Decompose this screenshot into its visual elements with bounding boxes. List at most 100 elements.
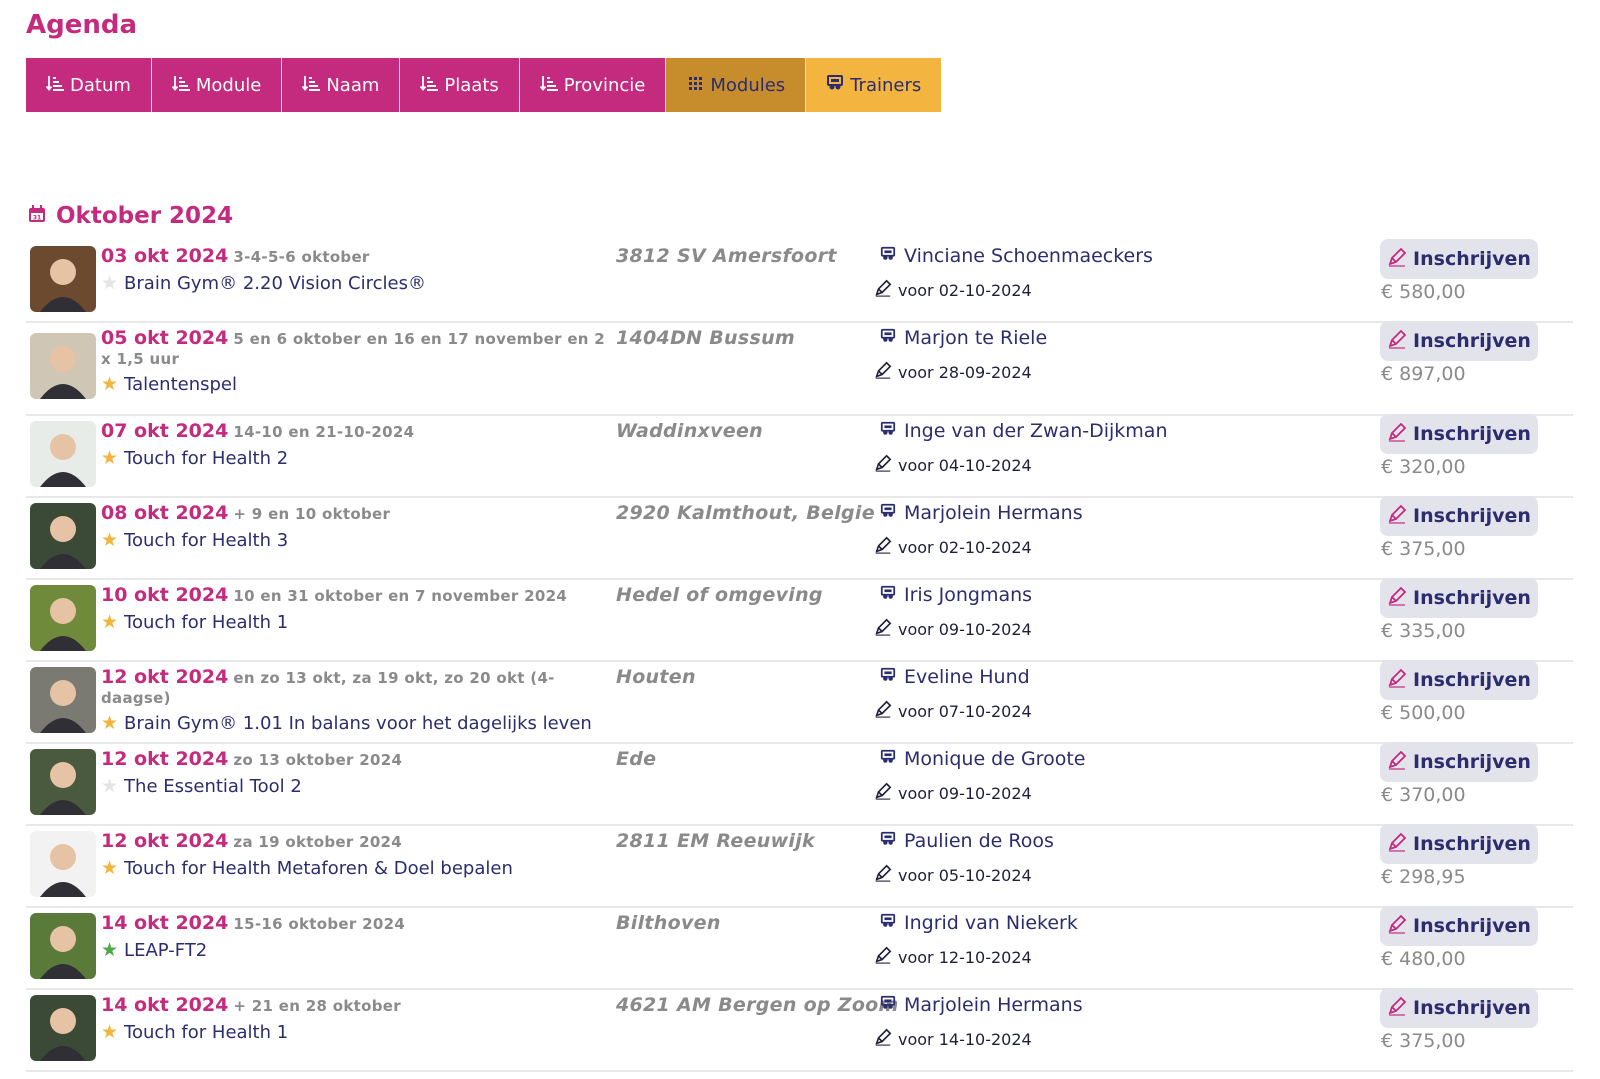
- tab-modules[interactable]: Modules: [666, 58, 807, 112]
- event-module[interactable]: Touch for Health 1: [124, 1022, 288, 1043]
- event-deadline: voor 07-10-2024: [874, 700, 1032, 722]
- event-date[interactable]: 08 okt 2024: [101, 502, 228, 524]
- event-trainer[interactable]: Paulien de Roos: [880, 830, 1054, 852]
- event-date-block: 14 okt 2024 + 21 en 28 oktober ★ Touch f…: [101, 994, 611, 1043]
- sort-tabs: Datum Module Naam Plaats Provincie Modul…: [26, 58, 942, 112]
- inschrijven-button[interactable]: Inschrijven: [1380, 660, 1538, 700]
- event-date-block: 12 okt 2024 zo 13 oktober 2024 ★ The Ess…: [101, 748, 611, 797]
- tab-label: Provincie: [563, 74, 646, 96]
- event-price: € 320,00: [1381, 456, 1466, 478]
- event-place: Ede: [616, 748, 657, 770]
- event-date[interactable]: 03 okt 2024: [101, 245, 228, 267]
- event-date[interactable]: 14 okt 2024: [101, 994, 228, 1016]
- event-row: 12 okt 2024 za 19 oktober 2024 ★ Touch f…: [26, 824, 1573, 908]
- event-date-block: 07 okt 2024 14-10 en 21-10-2024 ★ Touch …: [101, 420, 611, 469]
- tab-label: Datum: [70, 74, 131, 96]
- pencil-icon: [874, 618, 892, 640]
- event-price: € 897,00: [1381, 363, 1466, 385]
- deadline-text: voor 07-10-2024: [898, 701, 1032, 721]
- month-title: Oktober 2024: [56, 203, 234, 229]
- inschrijven-label: Inschrijven: [1413, 915, 1531, 937]
- event-module[interactable]: Touch for Health 3: [124, 530, 288, 551]
- event-trainer[interactable]: Monique de Groote: [880, 748, 1085, 770]
- event-date-extra: + 21 en 28 oktober: [233, 997, 401, 1015]
- event-row: 03 okt 2024 3-4-5-6 oktober ★ Brain Gym®…: [26, 239, 1573, 323]
- inschrijven-label: Inschrijven: [1413, 248, 1531, 270]
- trainer-name: Marjon te Riele: [904, 327, 1048, 349]
- event-module[interactable]: Touch for Health Metaforen & Doel bepale…: [124, 858, 513, 879]
- deadline-text: voor 12-10-2024: [898, 947, 1032, 967]
- event-date-extra: 15-16 oktober 2024: [233, 915, 406, 933]
- event-trainer[interactable]: Vinciane Schoenmaeckers: [880, 245, 1153, 267]
- pencil-icon: [1387, 996, 1407, 1021]
- trainer-icon: [880, 830, 896, 852]
- inschrijven-button[interactable]: Inschrijven: [1380, 578, 1538, 618]
- deadline-text: voor 09-10-2024: [898, 619, 1032, 639]
- trainer-icon: [880, 994, 896, 1016]
- event-price: € 370,00: [1381, 784, 1466, 806]
- event-place: Bilthoven: [616, 912, 721, 934]
- event-date[interactable]: 05 okt 2024: [101, 327, 228, 349]
- star-icon: ★: [101, 712, 119, 734]
- event-price: € 335,00: [1381, 620, 1466, 642]
- event-date[interactable]: 12 okt 2024: [101, 830, 228, 852]
- event-date[interactable]: 07 okt 2024: [101, 420, 228, 442]
- inschrijven-button[interactable]: Inschrijven: [1380, 742, 1538, 782]
- month-heading: 31 Oktober 2024: [28, 203, 233, 229]
- pencil-icon: [874, 864, 892, 886]
- trainer-name: Marjolein Hermans: [904, 994, 1083, 1016]
- event-module[interactable]: LEAP-FT2: [124, 940, 207, 961]
- event-date[interactable]: 12 okt 2024: [101, 748, 228, 770]
- event-trainer[interactable]: Ingrid van Niekerk: [880, 912, 1078, 934]
- tab-trainers[interactable]: Trainers: [806, 58, 942, 112]
- tab-module[interactable]: Module: [151, 58, 283, 112]
- sort-icon: [539, 74, 558, 97]
- trainer-name: Vinciane Schoenmaeckers: [904, 245, 1153, 267]
- event-trainer[interactable]: Eveline Hund: [880, 666, 1030, 688]
- event-module[interactable]: Touch for Health 1: [124, 612, 288, 633]
- event-module[interactable]: The Essential Tool 2: [124, 776, 302, 797]
- tab-provincie[interactable]: Provincie: [519, 58, 667, 112]
- event-trainer[interactable]: Marjolein Hermans: [880, 502, 1083, 524]
- tab-plaats[interactable]: Plaats: [400, 58, 520, 112]
- event-price: € 298,95: [1381, 866, 1466, 888]
- inschrijven-button[interactable]: Inschrijven: [1380, 824, 1538, 864]
- pencil-icon: [1387, 329, 1407, 354]
- event-module[interactable]: Touch for Health 2: [124, 448, 288, 469]
- event-date-extra: 10 en 31 oktober en 7 november 2024: [233, 587, 568, 605]
- trainer-avatar: [30, 421, 96, 487]
- event-row: 08 okt 2024 + 9 en 10 oktober ★ Touch fo…: [26, 496, 1573, 580]
- event-trainer[interactable]: Marjolein Hermans: [880, 994, 1083, 1016]
- inschrijven-button[interactable]: Inschrijven: [1380, 988, 1538, 1028]
- inschrijven-button[interactable]: Inschrijven: [1380, 321, 1538, 361]
- trainer-icon: [880, 666, 896, 688]
- inschrijven-label: Inschrijven: [1413, 751, 1531, 773]
- star-icon: ★: [101, 939, 119, 961]
- pencil-icon: [1387, 504, 1407, 529]
- tab-label: Modules: [710, 74, 786, 96]
- inschrijven-button[interactable]: Inschrijven: [1380, 906, 1538, 946]
- trainer-avatar: [30, 585, 96, 651]
- inschrijven-button[interactable]: Inschrijven: [1380, 239, 1538, 279]
- event-date[interactable]: 10 okt 2024: [101, 584, 228, 606]
- event-trainer[interactable]: Inge van der Zwan-Dijkman: [880, 420, 1168, 442]
- event-place: 4621 AM Bergen op Zoom: [616, 994, 899, 1016]
- tab-naam[interactable]: Naam: [282, 58, 401, 112]
- inschrijven-button[interactable]: Inschrijven: [1380, 496, 1538, 536]
- event-date[interactable]: 14 okt 2024: [101, 912, 228, 934]
- trainer-name: Iris Jongmans: [904, 584, 1033, 606]
- inschrijven-label: Inschrijven: [1413, 330, 1531, 352]
- tab-label: Trainers: [850, 74, 922, 96]
- inschrijven-label: Inschrijven: [1413, 669, 1531, 691]
- event-date[interactable]: 12 okt 2024: [101, 666, 228, 688]
- tab-label: Module: [195, 74, 262, 96]
- event-module[interactable]: Talentenspel: [124, 374, 237, 395]
- event-module[interactable]: Brain Gym® 1.01 In balans voor het dagel…: [124, 713, 592, 734]
- event-trainer[interactable]: Marjon te Riele: [880, 327, 1047, 349]
- event-date-extra: + 9 en 10 oktober: [233, 505, 391, 523]
- tab-datum[interactable]: Datum: [26, 58, 152, 112]
- event-trainer[interactable]: Iris Jongmans: [880, 584, 1032, 606]
- inschrijven-button[interactable]: Inschrijven: [1380, 414, 1538, 454]
- event-module[interactable]: Brain Gym® 2.20 Vision Circles®: [124, 273, 426, 294]
- sort-icon: [302, 74, 321, 97]
